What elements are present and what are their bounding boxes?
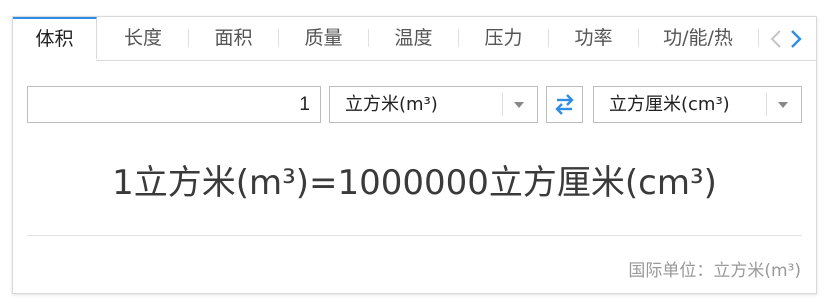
si-unit-note: 国际单位：立方米(m³) (628, 261, 801, 281)
tab-power[interactable]: 功率 (549, 17, 638, 60)
select-divider (502, 93, 503, 116)
unit-converter-panel: 体积 长度 面积 质量 温度 压力 功率 功/能/热 立方米(m³) (12, 16, 817, 294)
to-unit-select[interactable]: 立方厘米(cm³) (593, 86, 802, 123)
chevron-down-icon (778, 102, 788, 108)
swap-units-button[interactable] (546, 86, 583, 123)
divider (27, 235, 802, 236)
swap-arrows-icon (555, 94, 574, 115)
category-tabs: 体积 长度 面积 质量 温度 压力 功率 功/能/热 (13, 17, 816, 61)
tab-area[interactable]: 面积 (189, 17, 278, 60)
from-unit-label: 立方米(m³) (345, 94, 438, 115)
from-unit-select[interactable]: 立方米(m³) (329, 86, 538, 123)
chevron-left-icon[interactable] (767, 17, 785, 60)
chevron-right-icon[interactable] (787, 17, 805, 60)
value-input[interactable] (27, 86, 321, 123)
tab-volume[interactable]: 体积 (13, 17, 97, 61)
conversion-result: 1立方米(m³)=1000000立方厘米(cm³) (112, 163, 717, 203)
tab-work-energy-heat[interactable]: 功/能/热 (639, 17, 757, 60)
tab-pressure[interactable]: 压力 (459, 17, 548, 60)
tab-divider (758, 29, 759, 47)
tab-mass[interactable]: 质量 (279, 17, 368, 60)
select-divider (766, 93, 767, 116)
tab-length[interactable]: 长度 (99, 17, 187, 60)
chevron-down-icon (514, 102, 524, 108)
tab-temperature[interactable]: 温度 (369, 17, 458, 60)
to-unit-label: 立方厘米(cm³) (609, 94, 730, 115)
